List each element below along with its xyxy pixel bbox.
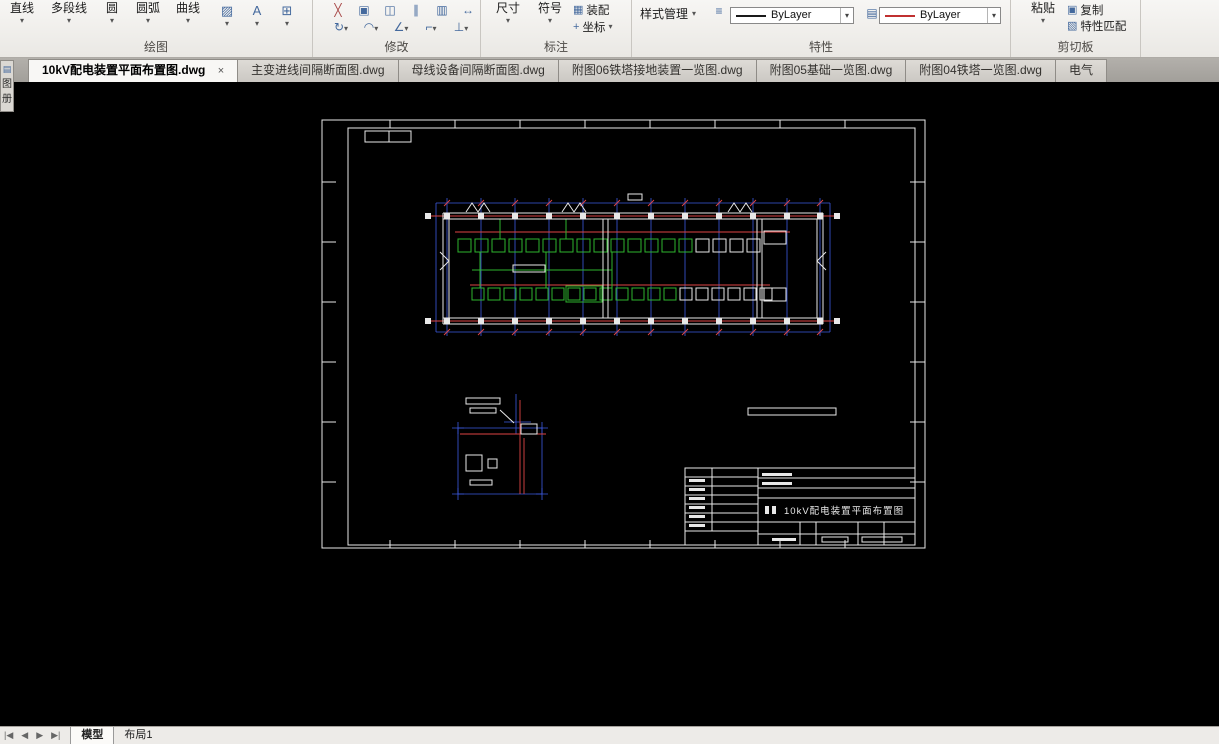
ribbon: 直线 ▾ 多段线 ▾ 圆 ▾ 圆弧 ▾ 曲线 ▾ ▨ ▾ A ▾ ⊞ ▾ 绘图 … (0, 0, 1219, 58)
curve-button[interactable]: 曲线 ▾ (168, 1, 208, 25)
copy-icon[interactable]: ▣ (353, 3, 375, 18)
nav-first-icon[interactable]: |◀ (0, 727, 17, 744)
fillet-icon[interactable]: ◠▾ (357, 20, 385, 36)
annotate-panel: 尺寸 ▾ 符号 ▾ ▦ 装配 + 坐标 ▾ 标注 (481, 0, 632, 57)
chamfer-icon[interactable]: ∠▾ (387, 20, 415, 36)
paste-button[interactable]: 粘贴 ▾ (1023, 1, 1063, 25)
offset-icon[interactable]: ∥ (405, 3, 427, 18)
copy-button[interactable]: ▣ 复制 (1067, 2, 1103, 17)
coordinate-icon: + (573, 20, 580, 33)
modify-panel: ╳ ▣ ◫ ∥ ▥ ↔ ↻▾ ◠▾ ∠▾ ⌐▾ ⊥▾ 修改 (313, 0, 481, 57)
draw-panel: 直线 ▾ 多段线 ▾ 圆 ▾ 圆弧 ▾ 曲线 ▾ ▨ ▾ A ▾ ⊞ ▾ 绘图 (0, 0, 313, 57)
detail-view (465, 397, 538, 486)
plan-details (512, 193, 837, 416)
dropdown-arrow-icon: ▾ (692, 9, 697, 18)
document-tab[interactable]: 电气 (1054, 59, 1107, 82)
assembly-button[interactable]: ▦ 装配 (573, 2, 609, 17)
annotate-panel-label: 标注 (543, 40, 568, 54)
dropdown-arrow-icon: ▾ (145, 16, 150, 25)
style-manager-button[interactable]: 样式管理 ▾ (640, 5, 696, 22)
door-marks (465, 202, 753, 213)
white-fill-layer: 10kV配电装置平面布置图 (425, 213, 904, 541)
frame-ticks (322, 120, 925, 548)
hatch-icon: ▨ (220, 3, 234, 18)
cad-drawing: 10kV配电装置平面布置图 (321, 119, 926, 549)
white-equipment-cells (679, 238, 773, 301)
erase-icon[interactable]: ╳ (327, 3, 349, 18)
assembly-icon: ▦ (573, 4, 584, 16)
clipboard-panel: 粘贴 ▾ ▣ 复制 ▧ 特性匹配 剪切板 (1011, 0, 1141, 57)
mirror-icon[interactable]: ◫ (379, 3, 401, 18)
grid-button[interactable]: ⊞ ▾ (274, 2, 300, 34)
hatch-button[interactable]: ▨ ▾ (214, 2, 240, 34)
color-combo[interactable]: ByLayer ▾ (730, 7, 854, 24)
title-block-title: 10kV配电装置平面布置图 (784, 505, 904, 517)
menu-icon[interactable]: ≡ (708, 4, 730, 19)
circle-button[interactable]: 圆 ▾ (98, 1, 126, 25)
dropdown-arrow-icon: ▾ (547, 16, 552, 25)
column-marks (425, 213, 840, 324)
modify-panel-label: 修改 (384, 40, 409, 54)
dimension-button[interactable]: 尺寸 ▾ (491, 1, 525, 25)
match-properties-button[interactable]: ▧ 特性匹配 (1067, 18, 1126, 33)
document-tab[interactable]: 主变进线间隔断面图.dwg (237, 59, 399, 82)
document-tab-bar: 10kV配电装置平面布置图.dwg × 主变进线间隔断面图.dwg 母线设备间隔… (0, 58, 1219, 82)
dropdown-arrow-icon: ▾ (109, 16, 114, 25)
dropdown-arrow-icon[interactable]: ▾ (987, 8, 1000, 23)
properties-panel-label: 特性 (808, 40, 833, 54)
arc-button[interactable]: 圆弧 ▾ (128, 1, 168, 25)
panel-sheet-icon: ▤ (2, 64, 12, 74)
dropdown-arrow-icon: ▾ (1040, 16, 1045, 25)
green-layer (457, 219, 693, 303)
layout-tab-bar: |◀ ◀ ▶ ▶| 模型 布局1 (0, 726, 1219, 744)
side-panel-tab[interactable]: ▤ 图 册 (0, 60, 14, 112)
properties-panel: 样式管理 ▾ ≡ ByLayer ▾ ▤ ByLayer ▾ 特性 (632, 0, 1011, 57)
close-icon[interactable]: × (218, 65, 224, 77)
draw-panel-label: 绘图 (143, 40, 168, 54)
document-tab[interactable]: 10kV配电装置平面布置图.dwg × (28, 59, 239, 82)
break-marks (439, 251, 827, 271)
model-tab[interactable]: 模型 (70, 727, 115, 744)
text-button[interactable]: A ▾ (244, 2, 270, 34)
document-tab[interactable]: 附图06铁塔接地装置一览图.dwg (557, 59, 757, 82)
linetype-combo[interactable]: ByLayer ▾ (879, 7, 1001, 24)
symbol-button[interactable]: 符号 ▾ (533, 1, 567, 25)
grid-icon: ⊞ (281, 3, 293, 18)
clipboard-panel-label: 剪切板 (1057, 40, 1094, 54)
layout1-tab[interactable]: 布局1 (114, 727, 162, 744)
dropdown-arrow-icon: ▾ (254, 19, 259, 28)
move-icon[interactable]: ↔ (457, 3, 479, 18)
coordinate-button[interactable]: + 坐标 ▾ (573, 19, 612, 34)
trim-icon[interactable]: ⌐▾ (417, 20, 445, 36)
rotate-icon[interactable]: ↻▾ (327, 20, 355, 36)
nav-last-icon[interactable]: ▶| (47, 727, 64, 744)
line-button[interactable]: 直线 ▾ (2, 1, 42, 25)
document-tab[interactable]: 附图04铁塔一览图.dwg (905, 59, 1056, 82)
polyline-button[interactable]: 多段线 ▾ (42, 1, 96, 25)
color-swatch (736, 14, 766, 17)
document-tab[interactable]: 附图05基础一览图.dwg (755, 59, 907, 82)
document-tab[interactable]: 母线设备间隔断面图.dwg (397, 59, 559, 82)
dropdown-arrow-icon: ▾ (224, 19, 229, 28)
copy-icon: ▣ (1067, 4, 1078, 16)
blue-layer (435, 198, 831, 500)
drawing-frame (321, 119, 926, 549)
dropdown-arrow-icon: ▾ (284, 19, 289, 28)
dropdown-arrow-icon: ▾ (608, 22, 613, 31)
extend-icon[interactable]: ⊥▾ (447, 20, 475, 36)
dropdown-arrow-icon: ▾ (19, 16, 24, 25)
drawing-canvas[interactable]: 10kV配电装置平面布置图 (0, 82, 1219, 726)
text-icon: A (252, 3, 262, 18)
linetype-swatch (885, 14, 915, 17)
dropdown-arrow-icon: ▾ (66, 16, 71, 25)
dropdown-arrow-icon[interactable]: ▾ (840, 8, 853, 23)
dropdown-arrow-icon: ▾ (505, 16, 510, 25)
white-layer (321, 119, 926, 549)
array-icon[interactable]: ▥ (431, 3, 453, 18)
nav-next-icon[interactable]: ▶ (32, 727, 47, 744)
match-properties-icon: ▧ (1067, 20, 1078, 32)
dropdown-arrow-icon: ▾ (185, 16, 190, 25)
nav-prev-icon[interactable]: ◀ (17, 727, 32, 744)
